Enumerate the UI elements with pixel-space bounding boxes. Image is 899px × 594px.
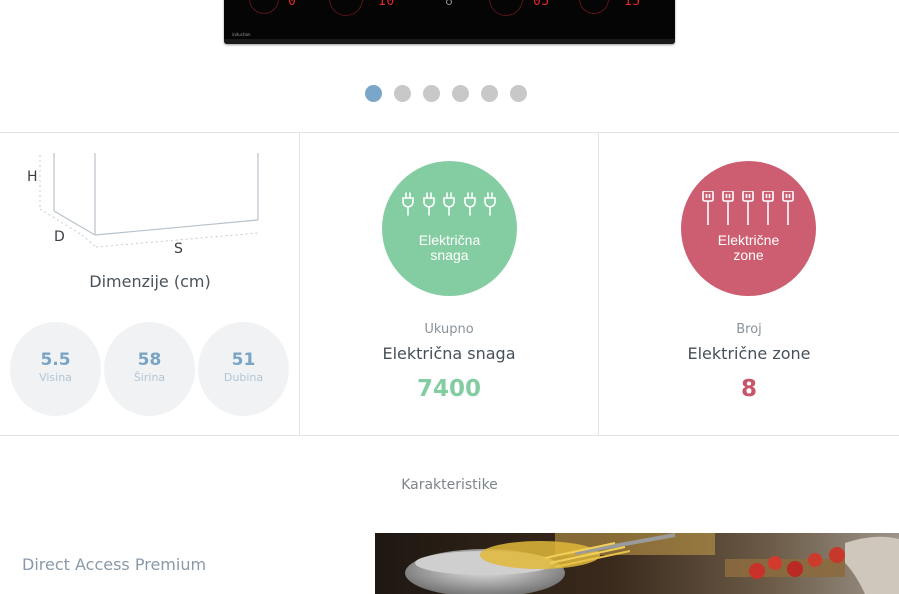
dimensions-column: H D S Dimenzije (cm) 5.5 Visina 58 Širin… <box>0 133 300 436</box>
product-carousel: 0 10 05 15 induction <box>0 0 899 132</box>
dimensions-diagram-icon <box>39 153 259 248</box>
zones-small-label: Broj <box>736 322 762 337</box>
hob-image: 0 10 05 15 induction <box>224 0 675 44</box>
cooking-photo-image <box>375 533 899 594</box>
height-axis-label: H <box>27 169 38 185</box>
carousel-pagination <box>365 85 527 102</box>
height-label: Visina <box>39 371 72 384</box>
zones-value: 8 <box>740 376 757 402</box>
zones-column: Električne zone Broj Električne zone 8 <box>599 133 899 436</box>
power-badge-text: Električna snaga <box>382 233 517 263</box>
zones-badge-text: Električne zone <box>681 233 816 263</box>
zones-badge: Električne zone <box>681 161 816 296</box>
power-icon <box>446 0 452 5</box>
hob-edge <box>224 39 675 44</box>
carousel-dot-5[interactable] <box>481 85 498 102</box>
carousel-dot-6[interactable] <box>510 85 527 102</box>
cooking-photo <box>375 533 899 594</box>
hob-zone <box>249 0 279 14</box>
hob-zone <box>489 0 523 16</box>
depth-label: Dubina <box>223 371 264 384</box>
specs-section: H D S Dimenzije (cm) 5.5 Visina 58 Širin… <box>0 132 899 436</box>
hob-digit: 05 <box>533 0 550 9</box>
power-value: 7400 <box>416 376 481 402</box>
hob-digit: 15 <box>624 0 641 9</box>
hob-zone <box>329 0 363 16</box>
depth-measure: 51 Dubina <box>198 322 289 416</box>
carousel-dot-4[interactable] <box>452 85 469 102</box>
zones-name: Električne zone <box>687 344 811 363</box>
power-badge-line2: snaga <box>430 247 469 263</box>
carousel-dot-3[interactable] <box>423 85 440 102</box>
plug-icon <box>402 192 496 216</box>
power-badge-line1: Električna <box>418 232 481 248</box>
power-badge: Električna snaga <box>382 161 517 296</box>
hob-digit: 10 <box>378 0 395 9</box>
width-axis-label: S <box>174 241 183 257</box>
zone-icon <box>702 191 794 225</box>
hob-zone <box>579 0 609 14</box>
carousel-dot-1[interactable] <box>365 85 382 102</box>
depth-value: 51 <box>231 350 256 370</box>
power-name: Električna snaga <box>382 344 516 363</box>
dimensions-title: Dimenzije (cm) <box>89 272 211 291</box>
depth-axis-label: D <box>54 229 65 245</box>
hob-digit: 0 <box>288 0 297 9</box>
hob-brand-text: induction <box>232 32 251 37</box>
power-small-label: Ukupno <box>424 322 474 337</box>
width-label: Širina <box>133 371 166 384</box>
height-measure: 5.5 Visina <box>10 322 101 416</box>
characteristics-title: Karakteristike <box>401 477 498 493</box>
zones-badge-line2: zone <box>733 247 764 263</box>
power-column: Električna snaga Ukupno Električna snaga… <box>300 133 599 436</box>
height-value: 5.5 <box>40 350 71 370</box>
width-measure: 58 Širina <box>104 322 195 416</box>
width-value: 58 <box>137 350 162 370</box>
zones-badge-line1: Električne <box>717 232 780 248</box>
feature-direct-access-label[interactable]: Direct Access Premium <box>22 555 206 574</box>
carousel-dot-2[interactable] <box>394 85 411 102</box>
